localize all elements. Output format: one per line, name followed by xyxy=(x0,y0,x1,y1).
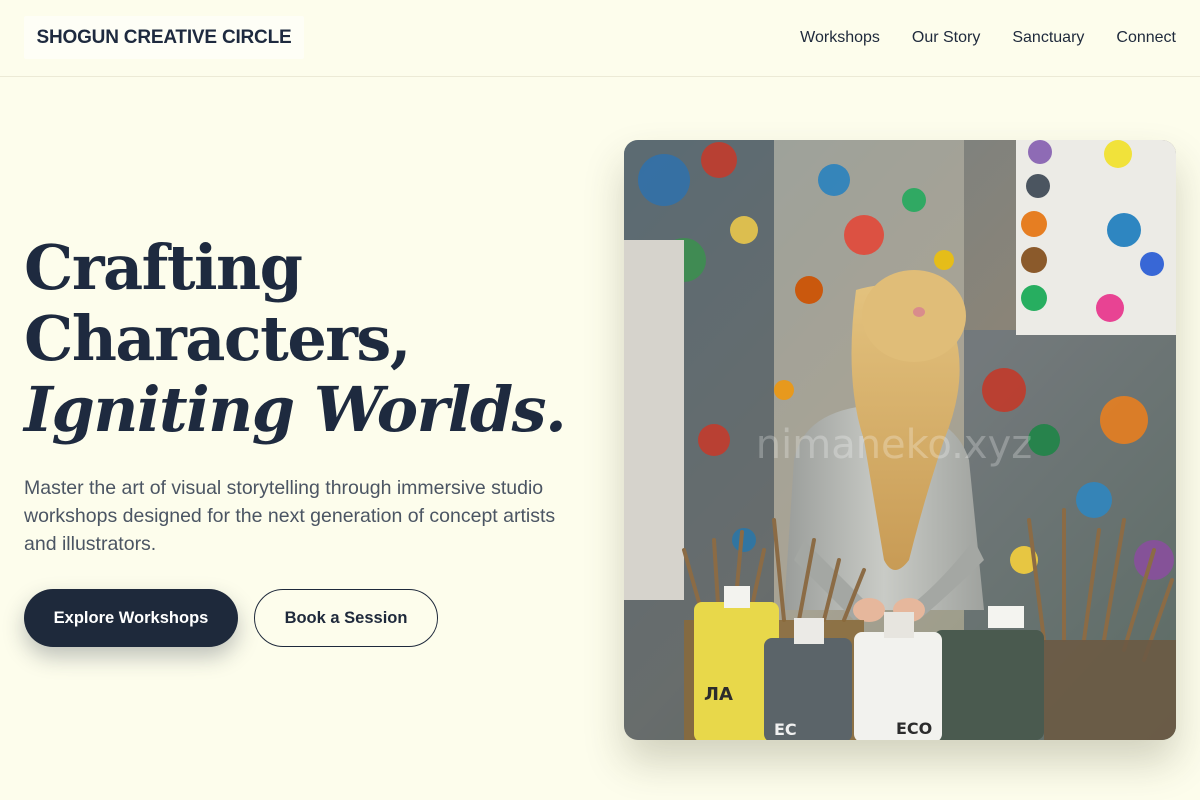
hero-subtitle: Master the art of visual storytelling th… xyxy=(24,477,556,555)
book-session-button[interactable]: Book a Session xyxy=(254,589,438,647)
canvas-board xyxy=(624,240,684,600)
color-swatch-sheet xyxy=(1016,140,1176,335)
explore-workshops-button[interactable]: Explore Workshops xyxy=(24,589,238,647)
yellow-bottle-label: ЛA xyxy=(704,684,733,705)
hero-title-line-3: Igniting Worlds. xyxy=(24,373,567,446)
site-logo[interactable]: SHOGUN CREATIVE CIRCLE xyxy=(24,16,304,59)
nav-link-our-story[interactable]: Our Story xyxy=(912,29,980,47)
hero-image: nimaneko.xyz ЛA EC ECO xyxy=(624,140,1176,740)
hero-title-line-2: Characters, xyxy=(24,302,411,375)
studio-scene-illustration: nimaneko.xyz ЛA EC ECO xyxy=(624,140,1176,740)
hero-title: Crafting Characters, Igniting Worlds. xyxy=(24,232,584,445)
image-watermark: nimaneko.xyz xyxy=(756,422,1032,468)
grey-bottle-label: EC xyxy=(774,720,797,739)
main-nav: Workshops Our Story Sanctuary Connect xyxy=(800,26,1176,50)
hero-title-line-1: Crafting xyxy=(24,231,303,304)
nav-link-workshops[interactable]: Workshops xyxy=(800,29,880,47)
white-bottle-label: ECO xyxy=(896,719,932,738)
nav-link-sanctuary[interactable]: Sanctuary xyxy=(1012,29,1084,47)
site-header: SHOGUN CREATIVE CIRCLE Workshops Our Sto… xyxy=(0,0,1200,77)
nav-link-connect[interactable]: Connect xyxy=(1116,29,1176,47)
